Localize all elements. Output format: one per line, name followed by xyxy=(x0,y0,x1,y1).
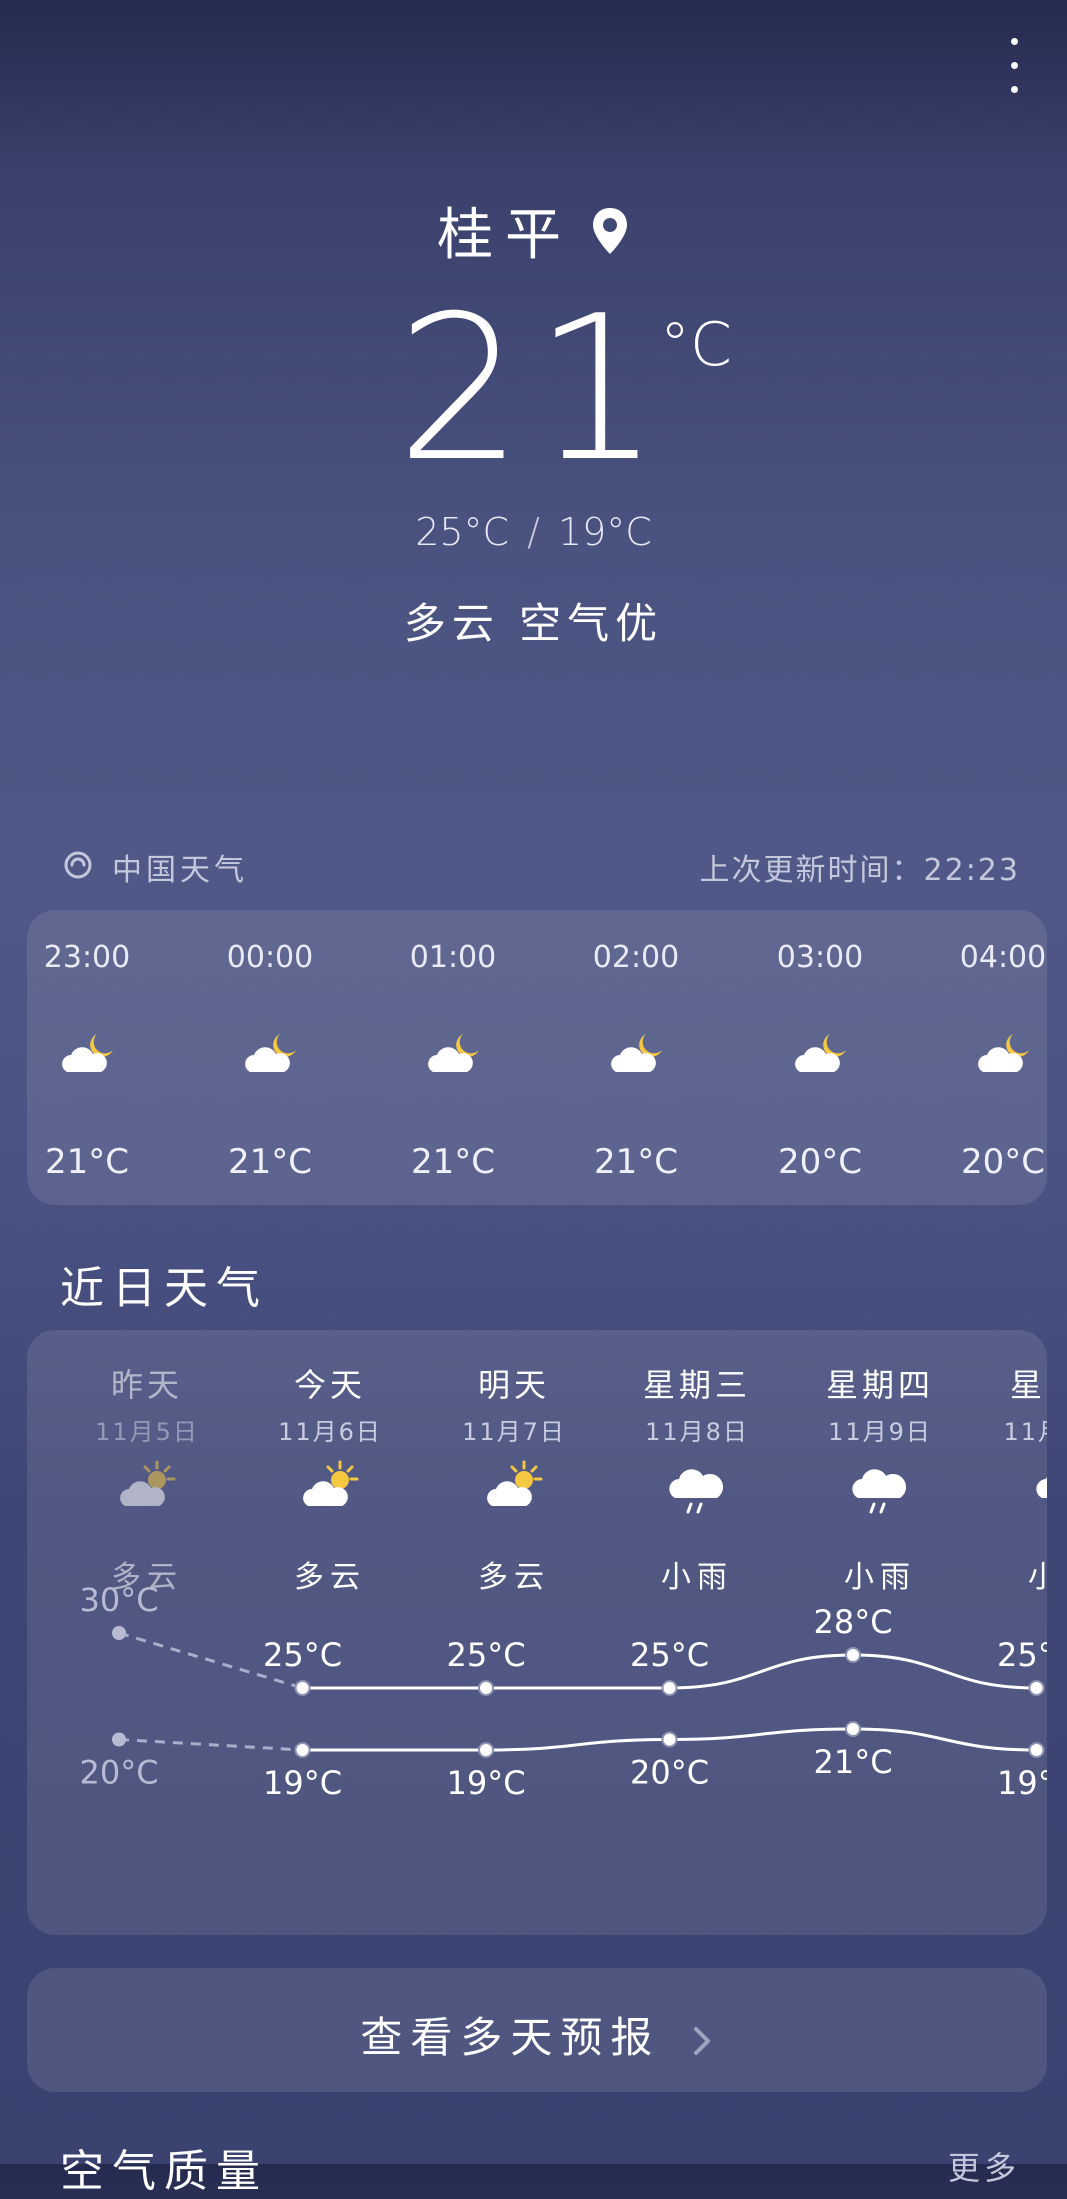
chevron-right-icon xyxy=(693,2026,710,2055)
low-temp-point xyxy=(1028,1742,1045,1758)
hourly-temp: 20°C xyxy=(960,1142,1045,1182)
hourly-item: 23:00 21°C xyxy=(27,910,147,1205)
moon-cloud-icon xyxy=(245,1034,296,1072)
low-temp-label: 20°C xyxy=(79,1754,158,1792)
high-temp-label: 25°C xyxy=(263,1636,342,1674)
low-temp-label: 19°C xyxy=(263,1764,342,1802)
hourly-time: 04:00 xyxy=(959,940,1047,975)
high-temp-label: 25°C xyxy=(446,1636,525,1674)
hourly-time: 23:00 xyxy=(43,940,131,975)
source-row: 中国天气 上次更新时间：22:23 xyxy=(60,845,1020,889)
location-pin-icon[interactable] xyxy=(590,206,630,256)
low-temp-point xyxy=(478,1742,494,1758)
hourly-time: 01:00 xyxy=(409,940,497,975)
air-quality-row[interactable]: 空气质量 更多 xyxy=(60,2135,1020,2197)
moon-cloud-icon xyxy=(978,1034,1029,1072)
moon-cloud-icon xyxy=(62,1034,113,1072)
hourly-time: 00:00 xyxy=(226,940,314,975)
hourly-item: 04:00 20°C xyxy=(943,910,1047,1205)
view-more-forecast-button[interactable]: 查看多天预报 xyxy=(27,1968,1047,2092)
temperature-trend-chart: 30°C 25°C 25°C 25°C 28°C 25°C 20°C 19°C 19°C 20°C… xyxy=(79,1581,1047,1802)
moon-cloud-icon xyxy=(428,1034,479,1072)
weather-condition[interactable]: 多云 空气优 xyxy=(0,590,1067,651)
hourly-temp: 21°C xyxy=(44,1142,129,1182)
temp-range: 25°C / 19°C xyxy=(0,510,1067,554)
low-temp-label: 21°C xyxy=(813,1743,892,1781)
more-forecast-text: 查看多天预报 xyxy=(360,2013,661,2062)
hourly-time: 02:00 xyxy=(592,940,680,975)
hourly-time: 03:00 xyxy=(776,940,864,975)
high-temp-label: 30°C xyxy=(79,1581,158,1619)
hourly-temp: 20°C xyxy=(777,1142,862,1182)
china-weather-logo-icon xyxy=(64,851,92,879)
high-temp-point xyxy=(294,1680,311,1696)
high-temp: 25°C xyxy=(415,510,510,554)
low-temp-point xyxy=(294,1742,311,1758)
air-quality-more-link[interactable]: 更多 xyxy=(948,2143,1020,2189)
hourly-item: 03:00 20°C xyxy=(760,910,880,1205)
more-vertical-icon[interactable] xyxy=(1007,38,1021,98)
low-temp-label: 19°C xyxy=(446,1764,525,1802)
moon-cloud-icon xyxy=(611,1034,662,1072)
high-temp-label: 28°C xyxy=(813,1603,892,1641)
hourly-item: 02:00 21°C xyxy=(576,910,696,1205)
high-temp-point xyxy=(112,1626,126,1640)
daily-forecast-card[interactable]: 昨天 11月5日 多云 今天 11月6日 多云 明天 11月7日 多云 星期三 … xyxy=(27,1330,1047,1935)
source-name: 中国天气 xyxy=(112,853,248,888)
low-temp-point xyxy=(661,1731,678,1748)
high-temp-point xyxy=(845,1647,861,1663)
moon-cloud-icon xyxy=(795,1034,846,1072)
hourly-forecast-card[interactable]: 23:00 21°C 00:00 21°C 01:00 21°C 02:00 2… xyxy=(27,910,1047,1205)
update-time: 上次更新时间：22:23 xyxy=(699,853,1020,888)
low-temp-label: 20°C xyxy=(630,1754,709,1792)
low-temp-point xyxy=(112,1732,126,1747)
hourly-item: 01:00 21°C xyxy=(393,910,513,1205)
hourly-temp: 21°C xyxy=(227,1142,312,1182)
hourly-item: 00:00 21°C xyxy=(210,910,330,1205)
current-temperature: 21 xyxy=(396,273,671,506)
high-temp-point xyxy=(661,1680,678,1696)
low-temp-point xyxy=(845,1721,861,1737)
low-temp-label: 19°C xyxy=(997,1764,1047,1802)
city-name[interactable]: 桂平 xyxy=(437,203,573,268)
temperature-unit: °C xyxy=(660,310,732,380)
hourly-temp: 21°C xyxy=(410,1142,495,1182)
range-separator: / xyxy=(527,510,540,554)
air-quality-title: 空气质量 xyxy=(60,2146,268,2197)
low-temp: 19°C xyxy=(557,510,652,554)
high-temp-point xyxy=(478,1680,494,1696)
more-forecast-label: 查看多天预报 xyxy=(360,2013,713,2062)
high-temp-point xyxy=(1028,1680,1045,1696)
hourly-temp: 21°C xyxy=(593,1142,678,1182)
recent-weather-title: 近日天气 xyxy=(60,1263,268,1314)
high-temp-label: 25°C xyxy=(997,1636,1047,1674)
high-temp-label: 25°C xyxy=(630,1636,709,1674)
low-temp-past-line xyxy=(118,1738,303,1752)
